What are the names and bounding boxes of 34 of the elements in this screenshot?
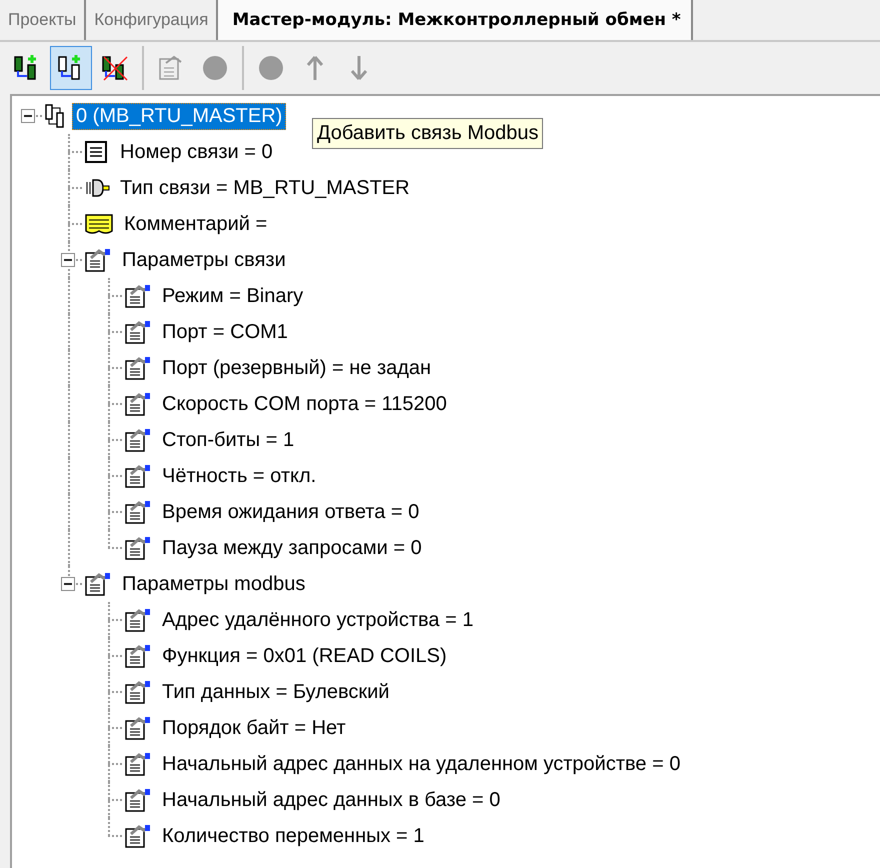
arrow-up-icon (305, 54, 325, 82)
tooltip: Добавить связь Modbus (312, 118, 544, 149)
tree-item[interactable]: Режим = Binary (158, 282, 308, 310)
tree-item[interactable]: Адрес удалённого устройства = 1 (158, 606, 478, 634)
circle-icon (257, 54, 285, 82)
record-icon (84, 140, 110, 164)
tree-item[interactable]: Тип связи = MB_RTU_MASTER (116, 174, 414, 202)
circle-icon (201, 54, 229, 82)
tree-item[interactable]: Начальный адрес данных на удаленном устройстве = 0 (158, 750, 684, 778)
delete-link-icon (101, 54, 129, 82)
tree-item[interactable]: Стоп-биты = 1 (158, 426, 298, 454)
tree-item[interactable]: 0 (MB_RTU_MASTER) (72, 102, 286, 130)
tree-item[interactable]: Функция = 0x01 (READ COILS) (158, 642, 451, 670)
collapse-toggle[interactable] (61, 253, 75, 267)
tree-item[interactable]: Время ожидания ответа = 0 (158, 498, 424, 526)
tree-item[interactable]: Чётность = откл. (158, 462, 320, 490)
tree-item[interactable]: Пауза между запросами = 0 (158, 534, 426, 562)
tree-item[interactable]: Комментарий = (120, 210, 272, 238)
tree-item[interactable]: Номер связи = 0 (116, 138, 277, 166)
tree-item[interactable]: Порт (резервный) = не задан (158, 354, 436, 382)
tree-item[interactable]: Порт = COM1 (158, 318, 292, 346)
tree-item[interactable]: Скорость COM порта = 115200 (158, 390, 451, 418)
tree-item[interactable]: Порядок байт = Нет (158, 714, 350, 742)
copy-link-button[interactable] (50, 46, 92, 90)
notepad-icon (84, 212, 114, 236)
tree-item[interactable]: Начальный адрес данных в базе = 0 (158, 786, 504, 814)
tree-item[interactable]: Параметры связи (118, 246, 290, 274)
arrow-down-icon (349, 54, 369, 82)
tree-item[interactable]: Тип данных = Булевский (158, 678, 394, 706)
collapse-toggle[interactable] (21, 109, 35, 123)
tree-item[interactable]: Параметры modbus (118, 570, 310, 598)
collapse-toggle[interactable] (61, 577, 75, 591)
tab[interactable]: Мастер-модуль: Межконтроллерный обмен * (218, 0, 693, 40)
tree-item[interactable]: Количество переменных = 1 (158, 822, 428, 850)
